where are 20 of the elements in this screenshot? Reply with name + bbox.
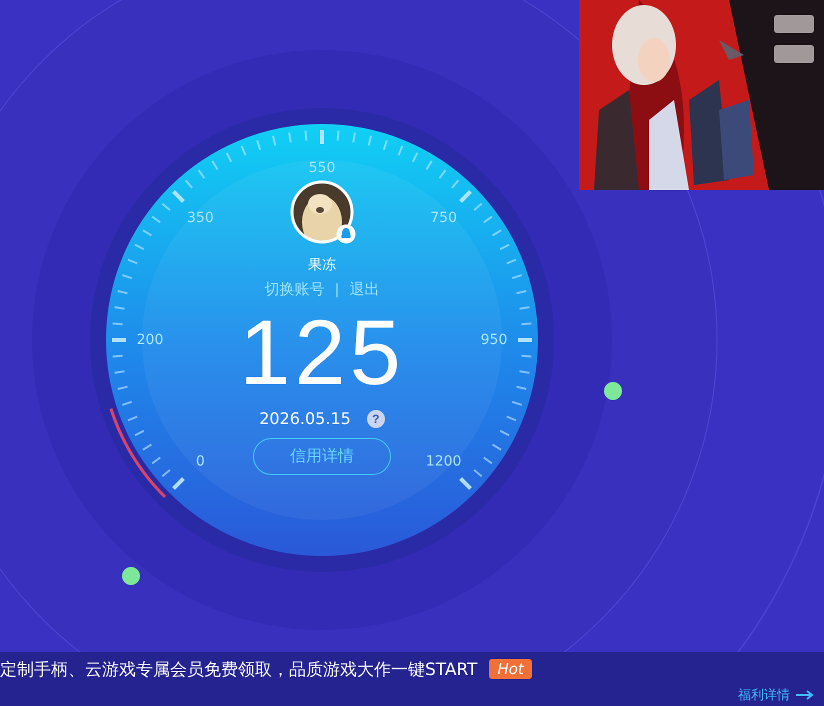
hot-tag: Hot [489,659,532,679]
separator: | [334,282,340,298]
status-dot [122,567,140,585]
scale-label: 0 [196,453,205,470]
arrow-icon [796,690,814,700]
scale-label: 750 [430,210,457,226]
status-dot [604,382,622,400]
score-date: 2026.05.15 [259,409,351,428]
benefits-link[interactable]: 福利详情 [738,686,814,704]
user-name: 果冻 [308,256,336,274]
switch-account-link[interactable]: 切换账号 [264,280,325,299]
scale-label: 550 [308,160,336,176]
credit-details-button[interactable]: 信用详情 [253,438,391,475]
scale-label: 350 [187,210,214,226]
scale-label: 950 [480,332,508,348]
scale-label: 200 [136,332,164,348]
credit-score: 125 [239,307,405,399]
banner-title: 定制手柄、云游戏专属会员免费领取，品质游戏大作一键START [0,658,478,680]
scale-label: 1200 [426,453,462,470]
logout-link[interactable]: 退出 [349,280,380,299]
